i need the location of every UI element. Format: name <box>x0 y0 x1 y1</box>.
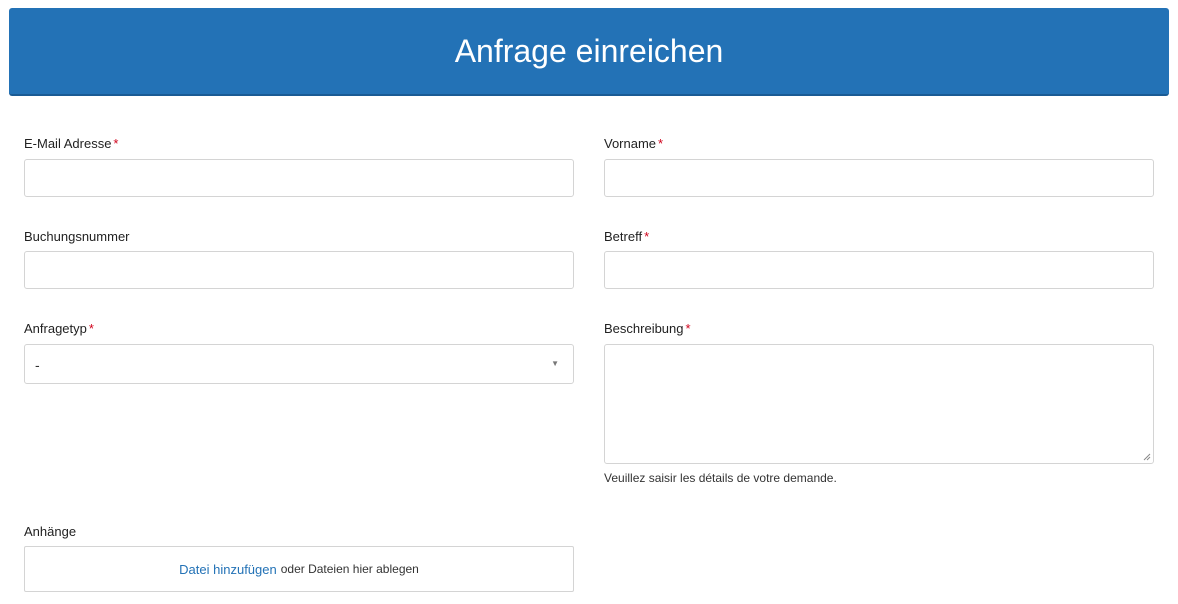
description-label-text: Beschreibung <box>604 321 684 336</box>
required-mark: * <box>88 321 94 336</box>
request-type-select[interactable]: - ▼ <box>24 344 574 384</box>
email-label-text: E-Mail Adresse <box>24 136 112 151</box>
booking-number-field[interactable] <box>24 251 574 289</box>
chevron-down-icon: ▼ <box>551 359 559 368</box>
required-mark: * <box>644 229 650 244</box>
subject-label: Betreff * <box>604 229 649 244</box>
booking-number-label: Buchungsnummer <box>24 229 130 244</box>
subject-field[interactable] <box>604 251 1154 289</box>
attachments-label-text: Anhänge <box>24 524 77 539</box>
description-textarea[interactable] <box>604 344 1154 464</box>
request-type-selected-value: - <box>35 357 40 373</box>
email-label: E-Mail Adresse * <box>24 136 118 151</box>
required-mark: * <box>685 321 691 336</box>
attachments-label: Anhänge <box>24 524 76 539</box>
required-mark: * <box>113 136 119 151</box>
firstname-field[interactable] <box>604 159 1154 197</box>
page-title: Anfrage einreichen <box>454 32 724 69</box>
firstname-label: Vorname * <box>604 136 663 151</box>
attachments-dropzone[interactable]: Datei hinzufügen oder Dateien hier ableg… <box>24 546 574 592</box>
description-label: Beschreibung * <box>604 321 691 336</box>
booking-number-label-text: Buchungsnummer <box>24 229 130 244</box>
subject-label-text: Betreff <box>604 229 643 244</box>
add-file-link[interactable]: Datei hinzufügen <box>179 562 277 577</box>
resize-handle-icon[interactable] <box>1143 453 1151 461</box>
email-field[interactable] <box>24 159 574 197</box>
request-type-label: Anfragetyp * <box>24 321 94 336</box>
description-hint: Veuillez saisir les détails de votre dem… <box>604 471 837 485</box>
firstname-label-text: Vorname <box>604 136 657 151</box>
page-header: Anfrage einreichen <box>9 8 1169 96</box>
drop-files-text: oder Dateien hier ablegen <box>280 562 419 576</box>
required-mark: * <box>658 136 664 151</box>
request-type-label-text: Anfragetyp <box>24 321 87 336</box>
